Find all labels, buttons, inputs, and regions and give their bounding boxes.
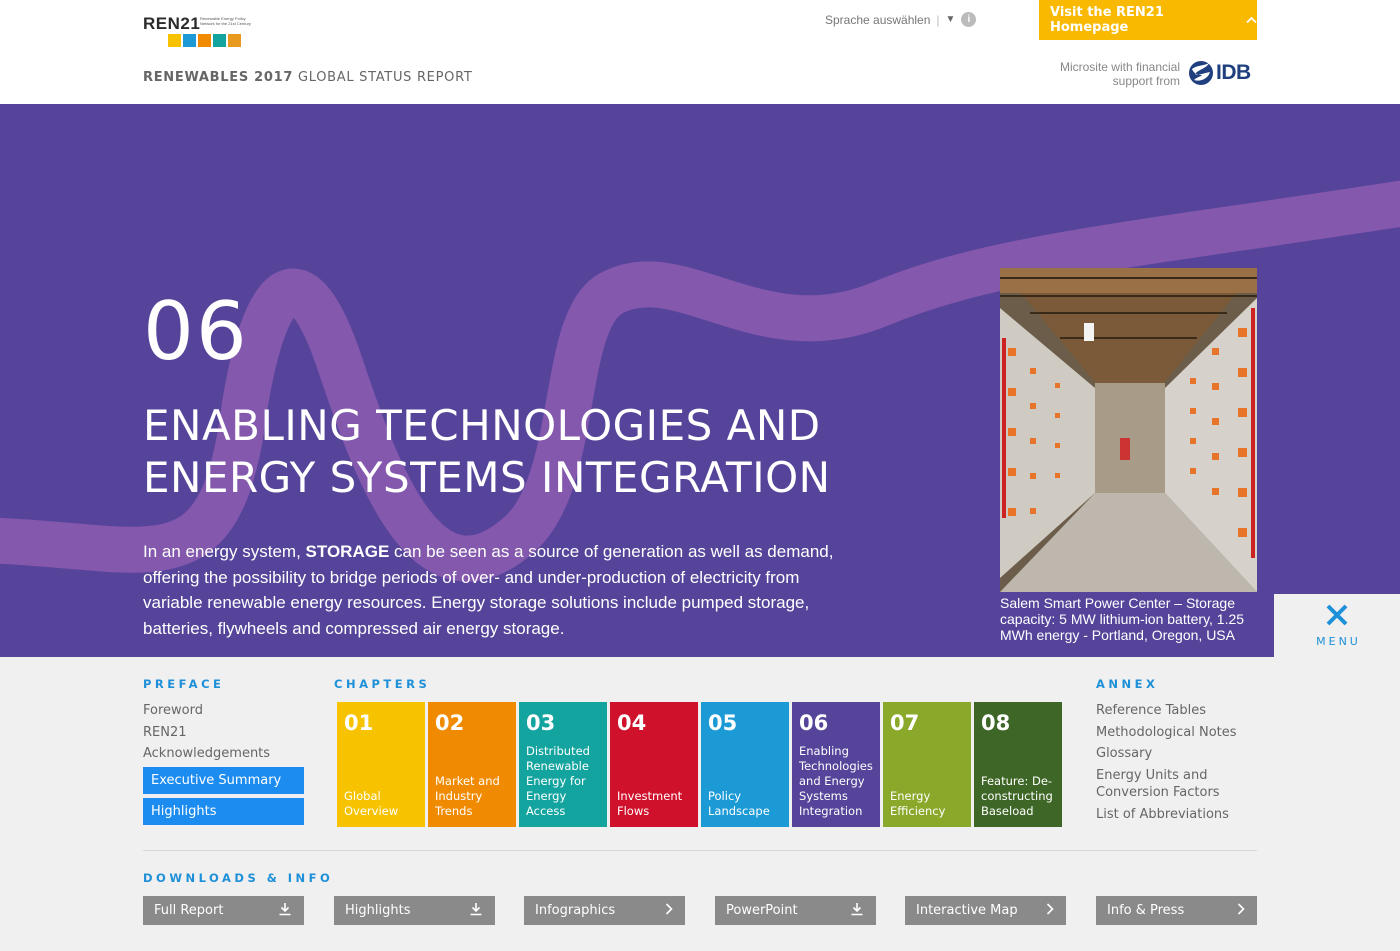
chapter-tile-label: Policy Landscape xyxy=(708,789,770,818)
chevron-up-icon xyxy=(1246,13,1257,28)
leaf-icon xyxy=(228,34,241,47)
annex-link-abbreviations[interactable]: List of Abbreviations xyxy=(1096,804,1256,826)
chapter-tile-number: 03 xyxy=(526,711,556,735)
chapter-tile-label: Energy Efficiency xyxy=(890,789,946,818)
visit-homepage-button[interactable]: Visit the REN21 Homepage xyxy=(1039,0,1257,40)
chapter-tile-number: 04 xyxy=(617,711,647,735)
preface-links: Foreword REN21 Acknowledgements xyxy=(143,700,270,765)
download-button-label: PowerPoint xyxy=(726,903,798,918)
chapter-tile-03[interactable]: 03 Distributed Renewable Energy for Ener… xyxy=(519,702,607,827)
ren21-logo[interactable]: REN21 Renewable Energy Policy Network fo… xyxy=(143,14,253,50)
download-full-report-button[interactable]: Full Report xyxy=(143,896,304,925)
idb-logo[interactable]: IDB xyxy=(1188,60,1251,86)
chapter-tile-number: 01 xyxy=(344,711,374,735)
wind-icon xyxy=(183,34,196,47)
chapter-intro: In an energy system, STORAGE can be seen… xyxy=(143,539,863,641)
idb-globe-icon xyxy=(1189,61,1213,85)
chapter-tile-label: Global Overview xyxy=(344,789,399,818)
chapter-tile-number: 08 xyxy=(981,711,1011,735)
storage-facility-photo xyxy=(1000,268,1257,592)
microsite-credit: Microsite with financial support from xyxy=(1059,60,1180,88)
logo-icons xyxy=(168,34,241,47)
photo-caption: Salem Smart Power Center – Storage capac… xyxy=(1000,595,1245,643)
executive-summary-button[interactable]: Executive Summary xyxy=(143,767,304,794)
annex-link-reference-tables[interactable]: Reference Tables xyxy=(1096,700,1256,722)
water-icon xyxy=(213,34,226,47)
chapter-tile-label: Market and Industry Trends xyxy=(435,774,500,818)
chapter-tile-05[interactable]: 05 Policy Landscape xyxy=(701,702,789,827)
solar-icon xyxy=(198,34,211,47)
chapter-tile-07[interactable]: 07 Energy Efficiency xyxy=(883,702,971,827)
chapter-tile-label: Enabling Technologies and Energy Systems… xyxy=(799,744,873,818)
info-icon[interactable]: i xyxy=(961,12,977,27)
chapter-tile-number: 05 xyxy=(708,711,738,735)
info-press-button[interactable]: Info & Press xyxy=(1096,896,1257,925)
chevron-right-icon xyxy=(665,902,673,919)
chevron-right-icon xyxy=(1046,902,1054,919)
annex-link-methodological-notes[interactable]: Methodological Notes xyxy=(1096,722,1256,744)
chapter-tile-08[interactable]: 08 Feature: De-constructing Baseload xyxy=(974,702,1062,827)
intro-text-start: In an energy system, xyxy=(143,542,306,561)
menu-label: MENU xyxy=(1316,634,1361,648)
chapter-tile-number: 02 xyxy=(435,711,465,735)
preface-link-ren21[interactable]: REN21 xyxy=(143,722,270,744)
download-button-label: Info & Press xyxy=(1107,903,1185,918)
site-header: REN21 Renewable Energy Policy Network fo… xyxy=(0,0,1400,104)
visit-homepage-label: Visit the REN21 Homepage xyxy=(1050,5,1164,35)
download-button-label: Full Report xyxy=(154,903,224,918)
annex-link-glossary[interactable]: Glossary xyxy=(1096,743,1256,765)
annex-heading: ANNEX xyxy=(1096,677,1159,691)
download-button-label: Interactive Map xyxy=(916,903,1018,918)
chapter-tile-label: Distributed Renewable Energy for Energy … xyxy=(526,744,590,818)
language-separator: | xyxy=(936,12,940,27)
menu-toggle-button[interactable]: MENU xyxy=(1274,594,1400,657)
chapter-tile-02[interactable]: 02 Market and Industry Trends xyxy=(428,702,516,827)
sun-icon xyxy=(168,34,181,47)
download-icon xyxy=(278,902,292,920)
logo-tagline: Renewable Energy Policy Network for the … xyxy=(200,16,251,26)
preface-heading: PREFACE xyxy=(143,677,225,691)
idb-label: IDB xyxy=(1216,61,1251,84)
chapter-hero: 06 ENABLING TECHNOLOGIES AND ENERGY SYST… xyxy=(0,104,1400,657)
preface-link-acknowledgements[interactable]: Acknowledgements xyxy=(143,743,270,765)
annex-links: Reference Tables Methodological Notes Gl… xyxy=(1096,700,1256,825)
chapter-tile-label: Investment Flows xyxy=(617,789,683,818)
logo-wordmark: REN21 xyxy=(143,14,201,33)
annex-link-energy-units[interactable]: Energy Units and Conversion Factors xyxy=(1096,765,1256,804)
download-icon xyxy=(469,902,483,920)
chapter-tile-01[interactable]: 01 Global Overview xyxy=(337,702,425,827)
download-button-label: Infographics xyxy=(535,903,616,918)
chevron-right-icon xyxy=(1237,902,1245,919)
highlights-button[interactable]: Highlights xyxy=(143,798,304,825)
downloads-heading: DOWNLOADS & INFO xyxy=(143,871,334,885)
chapter-tiles: 01 Global Overview 02 Market and Industr… xyxy=(337,702,1062,827)
chapter-tile-number: 06 xyxy=(799,711,829,735)
chapters-heading: CHAPTERS xyxy=(334,677,431,691)
infographics-button[interactable]: Infographics xyxy=(524,896,685,925)
preface-link-foreword[interactable]: Foreword xyxy=(143,700,270,722)
language-selector[interactable]: Sprache auswählen | ▼ i xyxy=(825,12,977,27)
report-year: RENEWABLES 2017 xyxy=(143,70,294,85)
section-divider xyxy=(143,850,1257,851)
dropdown-arrow-icon: ▼ xyxy=(945,14,956,25)
report-title: RENEWABLES 2017 GLOBAL STATUS REPORT xyxy=(143,70,473,85)
close-icon xyxy=(1326,604,1348,631)
download-button-label: Highlights xyxy=(345,903,411,918)
interactive-map-button[interactable]: Interactive Map xyxy=(905,896,1066,925)
navigation-menu: PREFACE Foreword REN21 Acknowledgements … xyxy=(0,657,1400,951)
chapter-tile-number: 07 xyxy=(890,711,920,735)
language-label: Sprache auswählen xyxy=(825,12,931,27)
download-icon xyxy=(850,902,864,920)
report-name: GLOBAL STATUS REPORT xyxy=(297,70,473,85)
intro-keyword: STORAGE xyxy=(305,542,390,561)
chapter-tile-label: Feature: De-constructing Baseload xyxy=(981,774,1053,818)
chapter-tile-04[interactable]: 04 Investment Flows xyxy=(610,702,698,827)
chapter-number: 06 xyxy=(143,285,249,378)
download-highlights-button[interactable]: Highlights xyxy=(334,896,495,925)
chapter-tile-06[interactable]: 06 Enabling Technologies and Energy Syst… xyxy=(792,702,880,827)
download-powerpoint-button[interactable]: PowerPoint xyxy=(715,896,876,925)
chapter-title: ENABLING TECHNOLOGIES AND ENERGY SYSTEMS… xyxy=(143,401,831,502)
